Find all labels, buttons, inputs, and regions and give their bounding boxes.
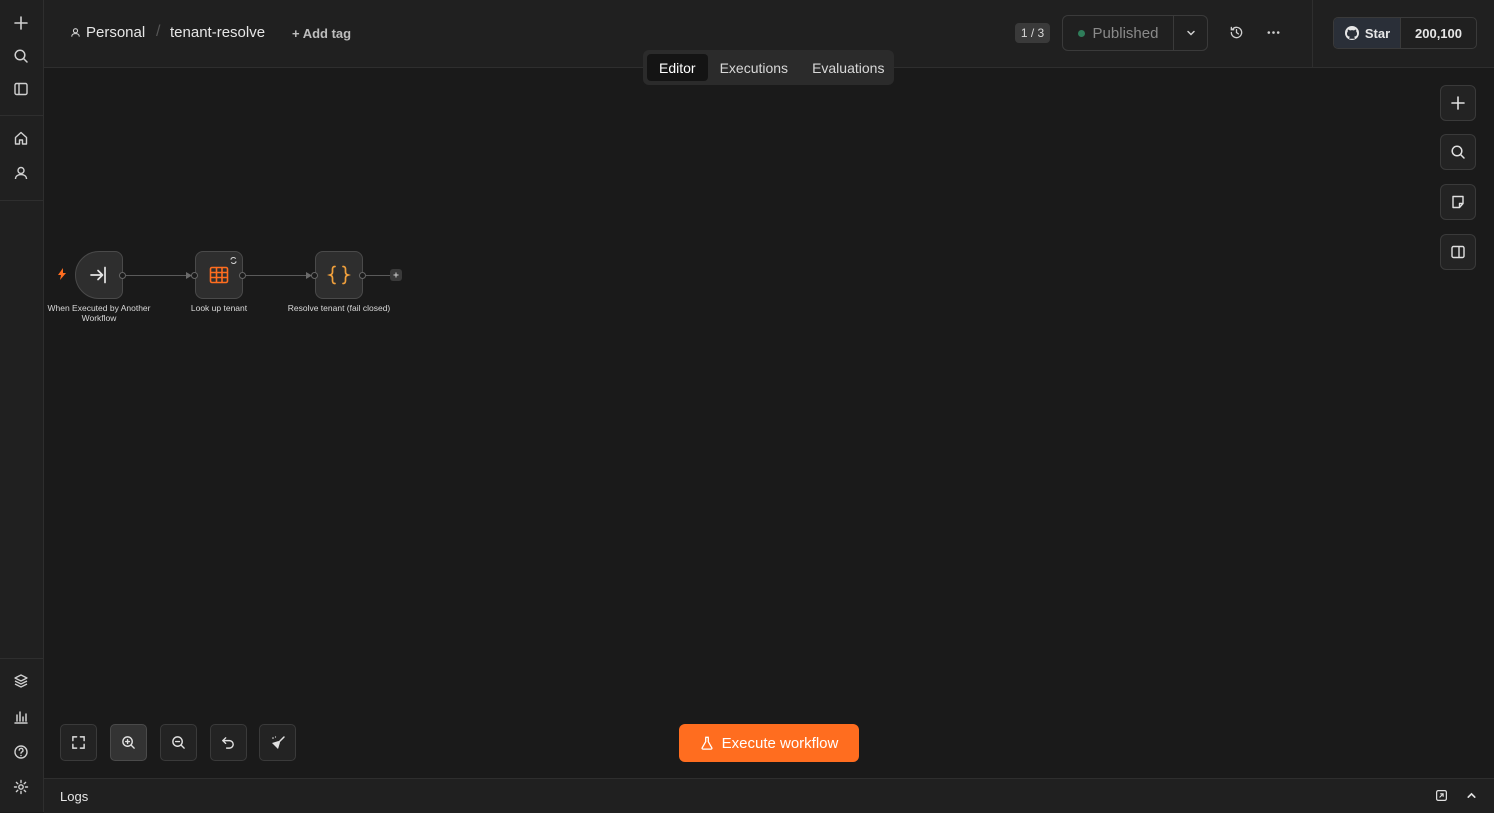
user-icon (71, 28, 80, 37)
more-options-icon[interactable] (1262, 21, 1284, 43)
node-label: Look up tenant (190, 303, 248, 313)
input-handle[interactable] (191, 272, 198, 279)
tab-executions[interactable]: Executions (708, 54, 800, 81)
connection-line (246, 275, 310, 276)
broom-icon (271, 735, 285, 749)
publish-status: Published (1092, 24, 1159, 42)
project-name: Personal (86, 24, 146, 41)
version-counter: 1 / 3 (1015, 23, 1050, 43)
logs-label: Logs (60, 789, 89, 804)
undo-icon (222, 737, 234, 749)
toggle-panel-button[interactable] (1440, 234, 1476, 270)
trigger-bolt-icon (58, 268, 66, 280)
search-nodes-button[interactable] (1440, 134, 1476, 170)
fit-view-button[interactable] (60, 724, 97, 761)
table-icon (209, 266, 229, 284)
chevron-down-icon[interactable] (1174, 16, 1207, 50)
sidebar-toggle-icon[interactable] (8, 76, 34, 102)
sticky-note-icon (1452, 195, 1464, 209)
add-node-button[interactable] (1440, 85, 1476, 121)
tab-evaluations[interactable]: Evaluations (800, 54, 896, 81)
undo-button[interactable] (210, 724, 247, 761)
workflow-name[interactable]: tenant-resolve (170, 24, 265, 41)
node-resolve-tenant[interactable] (315, 251, 363, 299)
github-star-button[interactable]: Star (1334, 18, 1401, 48)
sticky-note-button[interactable] (1440, 184, 1476, 220)
sign-in-arrow-icon (90, 266, 106, 284)
view-tabs: Editor Executions Evaluations (643, 50, 894, 85)
settings-gear-icon[interactable] (8, 774, 34, 800)
breadcrumb-project[interactable]: Personal (70, 24, 145, 41)
plus-icon (1451, 96, 1465, 110)
zoom-in-button[interactable] (110, 724, 147, 761)
execute-workflow-button[interactable]: Execute workflow (679, 724, 859, 762)
pop-out-icon[interactable] (1435, 789, 1448, 802)
add-next-node-button[interactable] (390, 269, 402, 281)
publish-control: Published (1062, 15, 1208, 51)
zoom-in-icon (122, 736, 135, 749)
templates-icon[interactable] (8, 668, 34, 694)
star-label: Star (1364, 25, 1391, 41)
tidy-up-button[interactable] (259, 724, 296, 761)
input-handle[interactable] (311, 272, 318, 279)
github-icon (1344, 26, 1359, 40)
tab-editor[interactable]: Editor (647, 54, 708, 81)
add-icon[interactable] (8, 10, 34, 36)
output-handle[interactable] (239, 272, 246, 279)
fullscreen-icon (72, 736, 85, 749)
curly-braces-icon (327, 265, 351, 285)
status-dot (1077, 29, 1085, 37)
flask-icon (701, 736, 713, 750)
home-icon[interactable] (8, 125, 34, 151)
search-icon[interactable] (8, 43, 34, 69)
connection-line (366, 275, 392, 276)
search-icon (1451, 145, 1465, 159)
node-trigger[interactable] (75, 251, 123, 299)
output-handle[interactable] (359, 272, 366, 279)
zoom-out-button[interactable] (160, 724, 197, 761)
chevron-up-icon[interactable] (1465, 789, 1478, 802)
execute-label: Execute workflow (721, 734, 839, 752)
github-star-widget[interactable]: Star 200,100 (1333, 17, 1477, 49)
star-count: 200,100 (1415, 25, 1462, 41)
zoom-out-icon (172, 736, 185, 749)
node-label: When Executed by Another Workflow (47, 303, 151, 323)
user-icon[interactable] (8, 160, 34, 186)
plus-icon (393, 272, 399, 278)
connection-line (126, 275, 190, 276)
node-lookup-tenant[interactable] (195, 251, 243, 299)
breadcrumb-separator: / (156, 23, 161, 40)
output-handle[interactable] (119, 272, 126, 279)
help-icon[interactable] (8, 739, 34, 765)
header-divider (1312, 0, 1313, 67)
add-tag-button[interactable]: + Add tag (292, 26, 351, 41)
node-label: Resolve tenant (fail closed) (287, 303, 391, 313)
published-button[interactable]: Published (1063, 16, 1174, 50)
logs-panel-bar[interactable]: Logs (44, 778, 1494, 813)
history-icon[interactable] (1225, 21, 1247, 43)
panel-icon (1451, 245, 1465, 259)
left-sidebar (0, 0, 44, 812)
sync-icon (230, 257, 237, 264)
insights-icon[interactable] (8, 704, 34, 730)
